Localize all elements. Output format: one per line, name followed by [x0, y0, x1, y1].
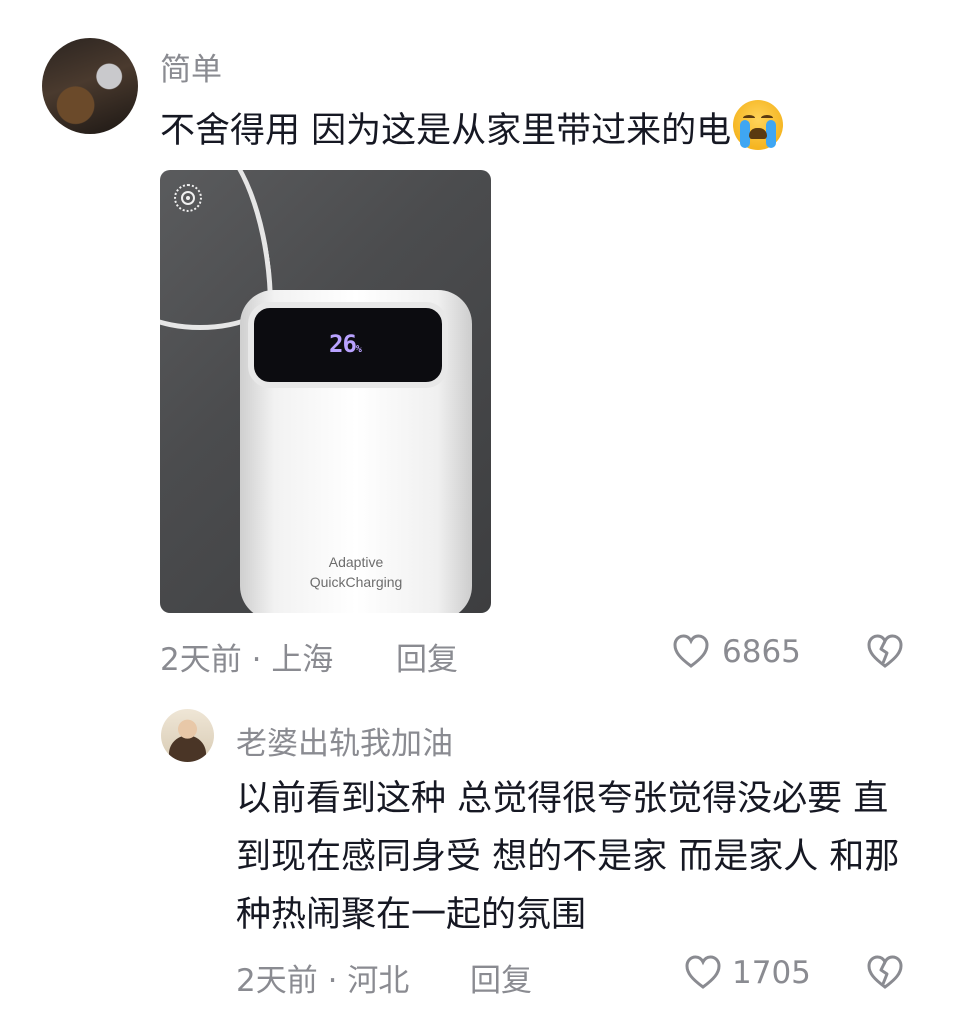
dislike-broken-heart-icon[interactable]	[866, 633, 904, 669]
power-bank-screen: 26%	[248, 302, 448, 388]
comment-text-body: 不舍得用 因为这是从家里带过来的电	[160, 111, 732, 151]
like-heart-icon[interactable]	[672, 633, 710, 669]
reply-like-count: 1705	[732, 955, 811, 991]
replier-avatar[interactable]	[161, 709, 214, 762]
power-bank: 26% Adaptive QuickCharging	[240, 290, 472, 613]
like-heart-icon[interactable]	[684, 954, 722, 990]
commenter-avatar[interactable]	[42, 38, 138, 134]
brand-line1: Adaptive	[328, 554, 384, 570]
dislike-broken-heart-icon[interactable]	[866, 954, 904, 990]
comment-like-count: 6865	[722, 634, 801, 670]
battery-percent: 26%	[329, 330, 362, 358]
reply-reply-button[interactable]: 回复	[470, 955, 532, 1000]
commenter-username[interactable]: 简单	[160, 44, 222, 89]
crying-emoji-icon	[733, 100, 784, 150]
comment-photo[interactable]: 26% Adaptive QuickCharging	[160, 170, 491, 613]
replier-username[interactable]: 老婆出轨我加油	[236, 718, 453, 763]
comment-reply-button[interactable]: 回复	[396, 634, 458, 679]
brand-line2: QuickCharging	[309, 574, 403, 590]
comment-meta: 2天前 · 上海	[160, 642, 334, 678]
comment-text: 不舍得用 因为这是从家里带过来的电	[160, 100, 920, 160]
reply-meta: 2天前 · 河北	[236, 963, 410, 999]
reply-text: 以前看到这种 总觉得很夸张觉得没必要 直到现在感同身受 想的不是家 而是家人 和…	[236, 779, 900, 935]
live-photo-icon[interactable]	[174, 184, 202, 212]
